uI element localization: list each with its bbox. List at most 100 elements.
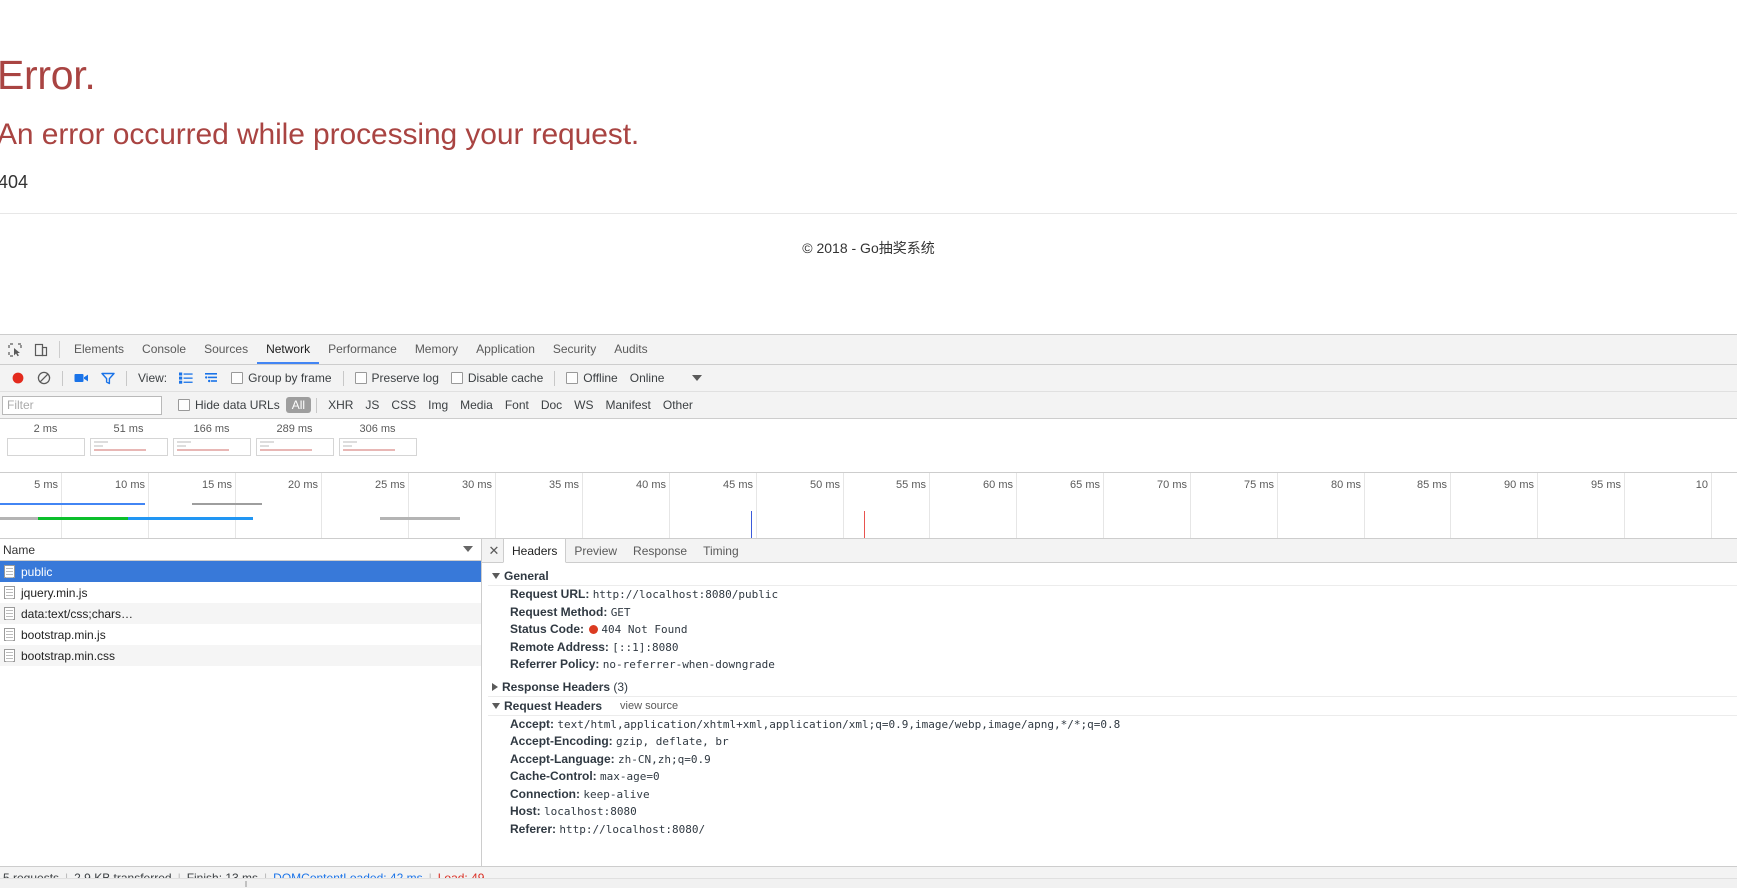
group-by-frame-checkbox[interactable]: Group by frame [225, 365, 337, 391]
header-value: no-referrer-when-downgrade [602, 658, 775, 671]
request-row-bootstrapjs[interactable]: bootstrap.min.js [0, 624, 481, 645]
filter-type-xhr[interactable]: XHR [322, 397, 359, 413]
document-icon [4, 649, 15, 662]
throttling-select[interactable]: Online [624, 365, 671, 391]
request-list-empty-space [0, 666, 481, 868]
detail-tabstrip: ✕ Headers Preview Response Timing [482, 539, 1737, 563]
timeline-tick-label: 10 ms [115, 479, 145, 491]
header-row-connection: Connection: keep-alive [488, 786, 1737, 804]
timeline-tick-label: 10 [1695, 479, 1708, 491]
filter-type-all[interactable]: All [285, 397, 312, 413]
timeline-tick-label: 25 ms [375, 479, 405, 491]
detail-tab-timing[interactable]: Timing [695, 539, 747, 562]
preserve-log-checkbox[interactable]: Preserve log [349, 365, 445, 391]
detail-tab-preview[interactable]: Preview [566, 539, 625, 562]
filter-icon[interactable] [95, 365, 121, 391]
view-waterfall-icon[interactable] [199, 365, 225, 391]
filter-type-other[interactable]: Other [657, 397, 699, 413]
overview-band-gray-2 [380, 517, 460, 520]
checkbox-box [231, 372, 244, 384]
detail-tab-response[interactable]: Response [625, 539, 695, 562]
horizontal-rule [0, 213, 1737, 214]
document-icon [4, 628, 15, 641]
filmstrip-frame[interactable]: 306 ms [336, 423, 419, 456]
record-button[interactable] [5, 365, 31, 391]
request-row-public[interactable]: public [0, 561, 481, 582]
header-row-cache-control: Cache-Control: max-age=0 [488, 768, 1737, 786]
header-value: [::1]:8080 [612, 640, 679, 654]
filter-type-media[interactable]: Media [454, 397, 499, 413]
filmstrip-thumbnail[interactable] [172, 438, 251, 456]
tab-elements[interactable]: Elements [65, 335, 133, 364]
filter-type-js[interactable]: JS [359, 397, 385, 413]
toggle-device-toolbar-icon[interactable] [28, 335, 54, 364]
detail-tab-headers[interactable]: Headers [503, 539, 567, 563]
request-list-pane: Name public jquery.min.js data:text/css;… [0, 539, 482, 868]
view-label-text: View: [138, 371, 168, 385]
overview-selection-underline [0, 503, 145, 505]
filmstrip-time: 166 ms [193, 423, 230, 435]
tab-label: Network [266, 341, 311, 356]
clear-button[interactable] [31, 365, 57, 391]
request-row-bootstrapcss[interactable]: bootstrap.min.css [0, 645, 481, 666]
close-icon[interactable]: ✕ [485, 539, 503, 562]
timeline-tick-line [1711, 473, 1712, 538]
timeline-tick-label: 40 ms [636, 479, 666, 491]
header-key: Status Code: [510, 622, 585, 636]
timeline-tick-label: 95 ms [1591, 479, 1621, 491]
header-key: Host: [510, 804, 541, 818]
request-row-datauri[interactable]: data:text/css;chars… [0, 603, 481, 624]
header-value: localhost:8080 [544, 805, 637, 818]
tab-audits[interactable]: Audits [605, 335, 656, 364]
filter-type-doc[interactable]: Doc [535, 397, 568, 413]
section-request-headers-header[interactable]: Request Headers view source [488, 697, 1737, 716]
request-name: jquery.min.js [21, 585, 88, 600]
filter-input[interactable] [2, 395, 162, 415]
sort-arrow-icon[interactable] [463, 546, 473, 552]
overview-band-green [38, 517, 128, 520]
tab-security[interactable]: Security [544, 335, 605, 364]
offline-label: Offline [583, 371, 618, 385]
tab-console[interactable]: Console [133, 335, 195, 364]
filter-type-manifest[interactable]: Manifest [600, 397, 657, 413]
view-source-link[interactable]: view source [620, 700, 678, 712]
request-list-header[interactable]: Name [0, 539, 481, 561]
tab-network[interactable]: Network [257, 335, 320, 364]
filmstrip-thumbnail[interactable] [338, 438, 417, 456]
timeline-tick-line [1624, 473, 1625, 538]
header-key: Accept-Language: [510, 751, 615, 766]
header-row-accept-language: Accept-Language: zh-CN,zh;q=0.9 [488, 751, 1737, 769]
filmstrip-frame[interactable]: 166 ms [170, 423, 253, 456]
tab-sources[interactable]: Sources [195, 335, 257, 364]
disable-cache-checkbox[interactable]: Disable cache [445, 365, 549, 391]
filmstrip-frame[interactable]: 51 ms [87, 423, 170, 456]
filter-type-ws[interactable]: WS [568, 397, 599, 413]
tab-application[interactable]: Application [467, 335, 544, 364]
more-options-icon[interactable] [686, 365, 708, 391]
horizontal-scrollbar[interactable] [0, 878, 1737, 888]
tab-performance[interactable]: Performance [319, 335, 406, 364]
timeline-tick-label: 65 ms [1070, 479, 1100, 491]
filter-type-font[interactable]: Font [499, 397, 535, 413]
filmstrip-thumbnail[interactable] [89, 438, 168, 456]
filmstrip: 2 ms 51 ms 166 ms 289 ms 306 ms [0, 419, 1737, 473]
offline-checkbox[interactable]: Offline [560, 365, 623, 391]
filter-type-img[interactable]: Img [422, 397, 454, 413]
filmstrip-frame[interactable]: 2 ms [4, 423, 87, 456]
hide-data-urls-checkbox[interactable]: Hide data URLs [172, 392, 286, 418]
capture-screenshots-icon[interactable] [68, 365, 95, 391]
inspect-element-icon[interactable] [2, 335, 28, 364]
section-response-headers-header[interactable]: Response Headers (3) [488, 678, 1737, 697]
request-row-jquery[interactable]: jquery.min.js [0, 582, 481, 603]
network-overview-timeline[interactable]: 5 ms 10 ms 15 ms 20 ms 25 ms 30 ms 35 ms 40 ms 4… [0, 473, 1737, 539]
status-error-dot-icon [589, 625, 599, 634]
filmstrip-thumbnail[interactable] [255, 438, 334, 456]
filmstrip-thumbnail[interactable] [6, 438, 85, 456]
filter-type-css[interactable]: CSS [385, 397, 422, 413]
tab-memory[interactable]: Memory [406, 335, 467, 364]
scrollbar-thumb[interactable] [245, 881, 247, 887]
timeline-tick-line [321, 473, 322, 538]
view-list-icon[interactable] [173, 365, 199, 391]
section-general-header[interactable]: General [488, 567, 1737, 586]
filmstrip-frame[interactable]: 289 ms [253, 423, 336, 456]
